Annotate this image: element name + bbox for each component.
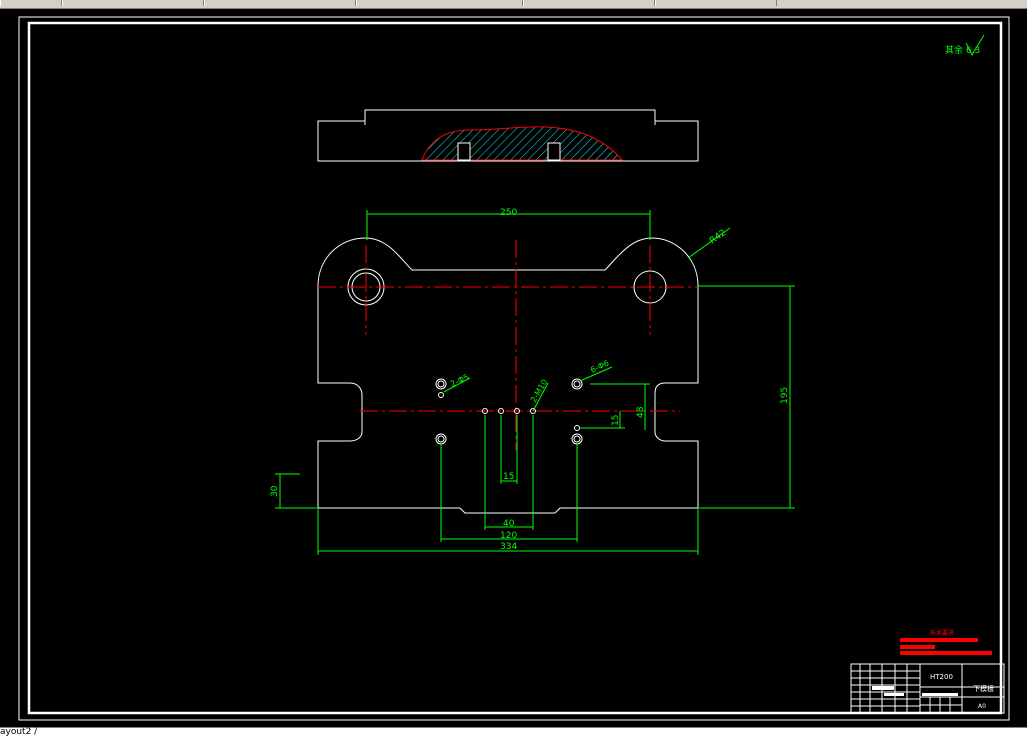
toolbar-segment[interactable] [356, 0, 523, 6]
scale-text: A0 [978, 703, 986, 710]
dimension-lines [275, 210, 795, 555]
toolbar-segment[interactable] [655, 0, 777, 6]
outer-frame [18, 16, 1010, 721]
title-block: 技术要求 HT200 下模板 A0 [850, 629, 1005, 714]
dim-15-vertical: 15 [611, 415, 621, 426]
dim-48: 48 [636, 406, 646, 418]
hole-label-1: 2-Φ5 [449, 372, 470, 388]
dim-120: 120 [500, 531, 517, 541]
dim-40: 40 [503, 519, 515, 529]
section-view [317, 109, 699, 162]
window-top-bar [0, 0, 1027, 9]
toolbar-segment[interactable] [0, 0, 62, 6]
toolbar-segment[interactable] [62, 0, 204, 6]
toolbar-segment[interactable] [204, 0, 356, 6]
material-text: HT200 [930, 673, 953, 681]
hatch-region [421, 126, 624, 161]
title-heading: 技术要求 [930, 629, 954, 637]
dim-334: 334 [500, 542, 517, 552]
roughness-note: 其余 6.3 [945, 34, 985, 57]
dim-250: 250 [500, 208, 517, 218]
inner-frame [27, 21, 1003, 715]
layout-tab[interactable]: ayout2 / [0, 727, 37, 737]
drawing-canvas[interactable]: 其余 6.3 250 R42 195 48 15 15 40 120 334 3… [0, 9, 1027, 727]
layout-tab-bar: ayout2 / [0, 727, 1027, 738]
dim-30: 30 [270, 485, 280, 497]
plan-view: 250 R42 195 48 15 15 40 120 334 30 2-Φ5 … [270, 208, 795, 555]
dim-195: 195 [780, 387, 790, 404]
dim-15-horizontal: 15 [503, 472, 514, 482]
part-name-text: 下模板 [973, 684, 994, 693]
cad-drawing: 其余 6.3 250 R42 195 48 15 15 40 120 334 3… [18, 16, 1010, 721]
toolbar-segment[interactable] [523, 0, 655, 6]
